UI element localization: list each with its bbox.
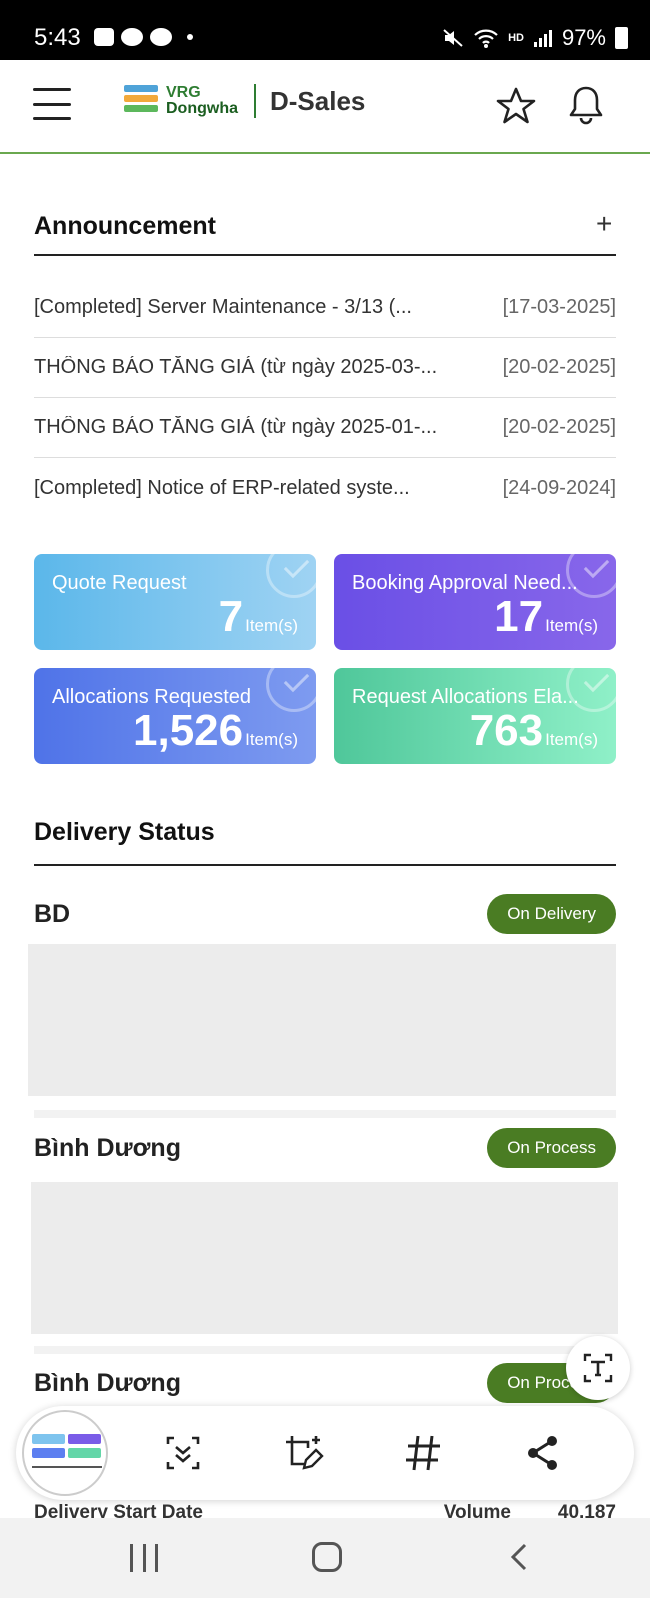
screenshot-toolbar bbox=[16, 1406, 634, 1500]
announcement-title: Announcement bbox=[34, 212, 216, 240]
battery-percent: 97% bbox=[561, 25, 606, 50]
brand-logo: VRG Dongwha D-Sales bbox=[124, 84, 365, 118]
booking-approval-card[interactable]: Booking Approval Need... 17 Item(s) bbox=[334, 554, 616, 650]
announcement-item-title: THÔNG BÁO TĂNG GIÁ (từ ngày 2025-03-... bbox=[34, 356, 438, 378]
delivery-location: BD bbox=[34, 899, 71, 928]
share-icon[interactable] bbox=[522, 1432, 564, 1474]
status-badge: On Delivery bbox=[487, 894, 616, 934]
screenshot-thumbnail[interactable] bbox=[22, 1410, 108, 1496]
delivery-separator bbox=[34, 1110, 616, 1118]
delivery-location: Bình Dương bbox=[34, 1133, 181, 1162]
battery-icon bbox=[615, 27, 628, 49]
bell-icon[interactable] bbox=[566, 84, 606, 126]
hd-voice-label: HD bbox=[508, 32, 524, 44]
announcement-item[interactable]: [Completed] Notice of ERP-related syste.… bbox=[34, 458, 616, 518]
announcement-item-title: [Completed] Server Maintenance - 3/13 (.… bbox=[34, 296, 412, 318]
recents-icon[interactable] bbox=[130, 1544, 158, 1572]
status-bar: 5:43 HD 97% bbox=[0, 0, 650, 60]
card-unit: Item(s) bbox=[545, 616, 598, 635]
text-extract-icon bbox=[583, 1353, 613, 1383]
menu-icon[interactable] bbox=[33, 88, 71, 120]
app-title: D-Sales bbox=[270, 85, 366, 116]
announcement-item-date: [24-09-2024] bbox=[502, 476, 616, 499]
card-value: 1,526 bbox=[133, 706, 244, 755]
delivery-status-title: Delivery Status bbox=[34, 818, 215, 846]
delivery-separator bbox=[34, 1346, 616, 1354]
announcement-item-title: [Completed] Notice of ERP-related syste.… bbox=[34, 476, 410, 499]
signal-icon bbox=[533, 30, 552, 47]
mute-icon bbox=[443, 29, 463, 47]
announcement-more-button[interactable]: + bbox=[596, 208, 612, 240]
talk-notification-icon bbox=[150, 28, 172, 46]
navigation-bar bbox=[0, 1518, 650, 1598]
delivery-item-header[interactable]: Bình Dương On Process bbox=[34, 1363, 616, 1403]
announcement-item-date: [20-02-2025] bbox=[502, 356, 616, 378]
star-icon[interactable] bbox=[496, 86, 536, 126]
card-unit: Item(s) bbox=[245, 616, 298, 635]
logo-mark bbox=[124, 85, 158, 117]
back-icon[interactable] bbox=[505, 1542, 535, 1572]
chat-notification-icon bbox=[121, 28, 143, 46]
delivery-item-content bbox=[28, 944, 616, 1096]
card-value: 17 bbox=[494, 592, 544, 641]
gallery-notification-icon bbox=[94, 28, 114, 46]
card-value: 7 bbox=[218, 592, 244, 641]
home-icon[interactable] bbox=[312, 1542, 342, 1572]
brand-line1: VRG bbox=[166, 84, 201, 101]
announcement-divider bbox=[34, 254, 616, 256]
announcement-item-title: THÔNG BÁO TĂNG GIÁ (từ ngày 2025-01-... bbox=[34, 416, 438, 438]
announcement-item[interactable]: [Completed] Server Maintenance - 3/13 (.… bbox=[34, 278, 616, 338]
card-unit: Item(s) bbox=[545, 730, 598, 749]
announcement-item-date: [20-02-2025] bbox=[502, 416, 616, 438]
status-time: 5:43 bbox=[34, 24, 81, 51]
text-extract-button[interactable] bbox=[566, 1336, 630, 1400]
announcement-item[interactable]: THÔNG BÁO TĂNG GIÁ (từ ngày 2025-01-... … bbox=[34, 398, 616, 458]
app-header: VRG Dongwha D-Sales bbox=[0, 60, 650, 154]
hashtag-icon[interactable] bbox=[402, 1432, 444, 1474]
brand-line2: Dongwha bbox=[166, 100, 238, 117]
delivery-divider bbox=[34, 864, 616, 866]
announcement-item[interactable]: THÔNG BÁO TĂNG GIÁ (từ ngày 2025-03-... … bbox=[34, 338, 616, 398]
announcement-list: [Completed] Server Maintenance - 3/13 (.… bbox=[34, 278, 616, 518]
more-notifications-icon bbox=[187, 34, 193, 40]
delivery-location: Bình Dương bbox=[34, 1368, 181, 1397]
card-value: 763 bbox=[469, 706, 544, 755]
logo-divider bbox=[254, 84, 256, 118]
delivery-item-header[interactable]: Bình Dương On Process bbox=[34, 1128, 616, 1168]
quote-request-card[interactable]: Quote Request 7 Item(s) bbox=[34, 554, 316, 650]
draw-crop-icon[interactable] bbox=[282, 1432, 324, 1474]
card-unit: Item(s) bbox=[245, 730, 298, 749]
delivery-item-header[interactable]: BD On Delivery bbox=[34, 894, 616, 934]
scroll-capture-icon[interactable] bbox=[162, 1432, 204, 1474]
delivery-item-content bbox=[31, 1182, 618, 1334]
announcement-item-date: [17-03-2025] bbox=[502, 296, 616, 318]
allocations-requested-card[interactable]: Allocations Requested 1,526 Item(s) bbox=[34, 668, 316, 764]
request-allocations-elapsed-card[interactable]: Request Allocations Ela... 763 Item(s) bbox=[334, 668, 616, 764]
status-badge: On Process bbox=[487, 1128, 616, 1168]
wifi-icon bbox=[474, 29, 498, 48]
